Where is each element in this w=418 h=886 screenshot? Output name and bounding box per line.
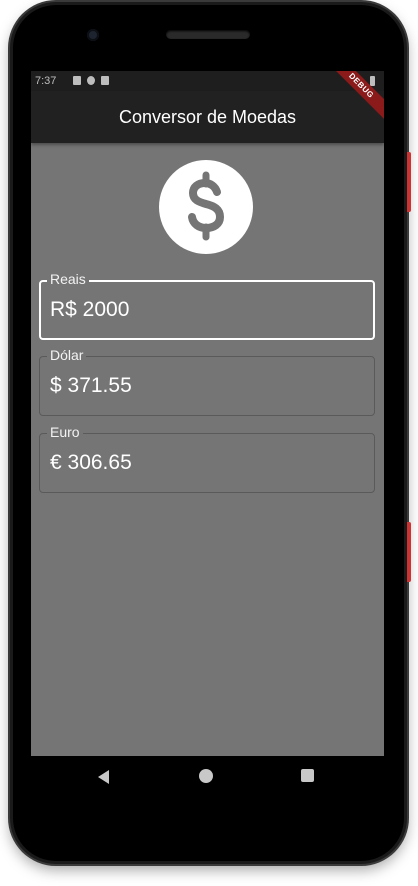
reais-field[interactable]: Reais R$ 2000	[39, 271, 375, 340]
notification-icon	[73, 76, 81, 85]
euro-field[interactable]: Euro € 306.65	[39, 424, 375, 493]
back-icon[interactable]	[98, 770, 109, 784]
euro-input[interactable]: € 306.65	[50, 451, 132, 475]
dolar-label: Dólar	[47, 347, 87, 363]
settings-notification-icon	[87, 76, 95, 85]
status-time: 7:37	[35, 75, 57, 87]
app-title: Conversor de Moedas	[118, 107, 297, 127]
battery-icon	[370, 76, 375, 86]
app-bar: Conversor de Moedas	[31, 91, 384, 143]
dollar-circle-icon	[159, 160, 253, 254]
home-icon[interactable]	[199, 769, 213, 783]
euro-label: Euro	[47, 424, 83, 440]
sd-card-icon	[101, 76, 109, 85]
dolar-field[interactable]: Dólar $ 371.55	[39, 347, 375, 416]
power-button	[407, 152, 411, 212]
front-camera	[87, 29, 99, 41]
status-bar: 7:37	[31, 71, 384, 91]
recent-apps-icon[interactable]	[301, 769, 314, 782]
volume-button	[407, 522, 411, 582]
app-screen: 7:37 Conversor de Moedas DEBUG Reais R$ …	[31, 71, 384, 756]
reais-input[interactable]: R$ 2000	[50, 298, 129, 322]
reais-label: Reais	[47, 271, 89, 287]
status-notification-icons	[73, 76, 109, 85]
dolar-input[interactable]: $ 371.55	[50, 374, 132, 398]
earpiece-speaker	[166, 30, 250, 39]
